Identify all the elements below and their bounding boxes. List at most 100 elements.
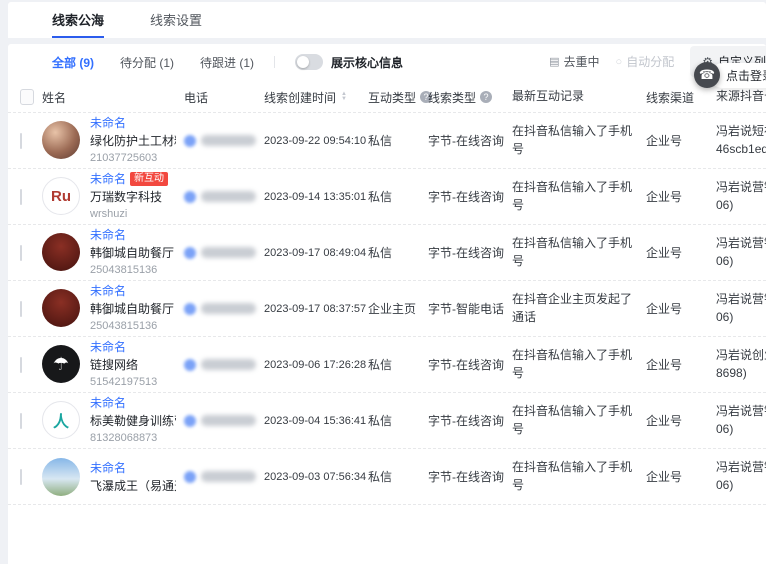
avatar xyxy=(42,458,80,496)
lead-id: 51542197513 xyxy=(90,375,157,390)
row-checkbox[interactable] xyxy=(20,357,22,373)
filter-all[interactable]: 全部 (9) xyxy=(52,54,94,71)
auto-assign-toggle[interactable]: ○ 自动分配 xyxy=(616,53,675,70)
row-checkbox[interactable] xyxy=(20,245,22,261)
source-cell: 冯岩说营销(788106) xyxy=(716,235,766,270)
avatar xyxy=(42,289,80,327)
name-stack: 未命名 绿化防护土工材料厂家 21037725603 xyxy=(90,114,176,166)
table-row: 未命名 韩御城自助餐厅 25043815136 2023-09-17 08:49… xyxy=(8,225,766,281)
header-interaction-type-label: 互动类型 xyxy=(368,89,416,106)
latest-record-cell: 在抖音私信输入了手机号 xyxy=(512,123,646,158)
filter-pending-assign[interactable]: 待分配 (1) xyxy=(120,54,174,71)
core-info-toggle-wrap: 展示核心信息 xyxy=(295,54,403,71)
phone-masked-value xyxy=(201,247,256,258)
lead-id: 25043815136 xyxy=(90,263,174,278)
header-source: 来源抖音号 xyxy=(716,88,766,105)
row-checkbox[interactable] xyxy=(20,301,22,317)
sort-created-control[interactable]: ▲ ▼ xyxy=(341,92,347,102)
core-info-toggle-label: 展示核心信息 xyxy=(331,54,403,71)
channel-cell: 企业号 xyxy=(646,300,716,317)
created-cell: 2023-09-17 08:49:04 xyxy=(264,247,368,259)
lead-name-link[interactable]: 未命名 xyxy=(90,338,126,355)
lead-name-link[interactable]: 未命名 xyxy=(90,459,126,476)
phone-cell xyxy=(184,247,264,259)
lead-type-cell: 字节-在线咨询 xyxy=(428,244,512,261)
row-checkbox[interactable] xyxy=(20,413,22,429)
filter-row: 全部 (9) 待分配 (1) 待跟进 (1) 展示核心信息 ▤ 去重中 ○ 自动… xyxy=(8,44,766,80)
latest-record-cell: 在抖音私信输入了手机号 xyxy=(512,459,646,494)
channel-cell: 企业号 xyxy=(646,412,716,429)
lead-id: wrshuzi xyxy=(90,207,168,222)
lead-company: 链搜网络 xyxy=(90,356,157,374)
row-checkbox[interactable] xyxy=(20,133,22,149)
channel-cell: 企业号 xyxy=(646,188,716,205)
radio-icon: ○ xyxy=(616,56,623,68)
sort-down-icon: ▼ xyxy=(341,97,347,102)
name-stack: 未命名 飞瀑成王（易通天下） xyxy=(90,459,176,495)
phone-reveal-icon[interactable] xyxy=(184,191,196,203)
phone-icon: ☎ xyxy=(694,62,720,88)
toggle-knob xyxy=(297,56,309,68)
interaction-type-cell: 私信 xyxy=(368,188,428,205)
core-info-toggle[interactable] xyxy=(295,54,323,70)
lead-name-link[interactable]: 未命名 xyxy=(90,114,126,131)
dedupe-label: 去重中 xyxy=(564,53,600,70)
lead-company: 韩御城自助餐厅 xyxy=(90,300,174,318)
latest-record-cell: 在抖音私信输入了手机号 xyxy=(512,347,646,382)
avatar-glyph: Ru xyxy=(51,188,71,205)
created-cell: 2023-09-17 08:37:57 xyxy=(264,303,368,315)
created-cell: 2023-09-22 09:54:10 xyxy=(264,135,368,147)
source-cell: 冯岩说创业(21938698) xyxy=(716,347,766,382)
lead-name-link[interactable]: 未命名 xyxy=(90,170,126,187)
lead-name-link[interactable]: 未命名 xyxy=(90,282,126,299)
phone-reveal-icon[interactable] xyxy=(184,415,196,427)
dedupe-icon: ▤ xyxy=(549,55,559,68)
lead-company: 绿化防护土工材料厂家 xyxy=(90,132,176,150)
phone-reveal-icon[interactable] xyxy=(184,471,196,483)
phone-masked-value xyxy=(201,303,256,314)
source-cell: 冯岩说营销(788106) xyxy=(716,179,766,214)
auto-assign-label: 自动分配 xyxy=(626,53,674,70)
interaction-type-cell: 私信 xyxy=(368,412,428,429)
help-icon[interactable]: ? xyxy=(480,91,492,103)
lead-id: 25043815136 xyxy=(90,319,174,334)
avatar: 人 xyxy=(42,401,80,439)
phone-cell xyxy=(184,471,264,483)
click-to-login-widget[interactable]: ☎ 点击登录 xyxy=(694,62,766,88)
header-created-label: 线索创建时间 xyxy=(264,89,336,106)
source-cell: 冯岩说短视频sey46scb1edcz) xyxy=(716,123,766,158)
lead-name-link[interactable]: 未命名 xyxy=(90,226,126,243)
table-row: ☂ 未命名 链搜网络 51542197513 2023-09-06 17:26:… xyxy=(8,337,766,393)
created-cell: 2023-09-14 13:35:01 xyxy=(264,191,368,203)
lead-name-link[interactable]: 未命名 xyxy=(90,394,126,411)
interaction-type-cell: 私信 xyxy=(368,132,428,149)
lead-company: 万瑞数字科技 xyxy=(90,188,168,206)
phone-reveal-icon[interactable] xyxy=(184,303,196,315)
avatar: Ru xyxy=(42,177,80,215)
lead-type-cell: 字节-在线咨询 xyxy=(428,188,512,205)
source-cell: 冯岩说营销(788106) xyxy=(716,291,766,326)
filter-divider xyxy=(274,56,275,68)
dedupe-status[interactable]: ▤ 去重中 xyxy=(549,53,599,70)
header-lead-type-label: 线索类型 xyxy=(428,89,476,106)
phone-reveal-icon[interactable] xyxy=(184,135,196,147)
filter-pending-follow[interactable]: 待跟进 (1) xyxy=(200,54,254,71)
avatar: ☂ xyxy=(42,345,80,383)
lead-company: 飞瀑成王（易通天下） xyxy=(90,477,176,495)
phone-reveal-icon[interactable] xyxy=(184,359,196,371)
select-all-checkbox[interactable] xyxy=(20,89,34,105)
tab-lead-pool[interactable]: 线索公海 xyxy=(52,10,104,38)
name-stack: 未命名 标美勒健身训练营 81328068873 xyxy=(90,394,176,446)
interaction-type-cell: 企业主页 xyxy=(368,300,428,317)
phone-reveal-icon[interactable] xyxy=(184,247,196,259)
lead-id: 21037725603 xyxy=(90,151,176,166)
avatar xyxy=(42,233,80,271)
lead-company: 韩御城自助餐厅 xyxy=(90,244,174,262)
tab-lead-settings[interactable]: 线索设置 xyxy=(150,10,202,38)
phone-masked-value xyxy=(201,135,256,146)
header-name: 姓名 xyxy=(42,89,184,106)
row-checkbox[interactable] xyxy=(20,189,22,205)
header-lead-type: 线索类型 ? xyxy=(428,89,512,106)
header-created: 线索创建时间 ▲ ▼ xyxy=(264,89,368,106)
top-tab-bar: 线索公海 线索设置 xyxy=(8,2,766,38)
